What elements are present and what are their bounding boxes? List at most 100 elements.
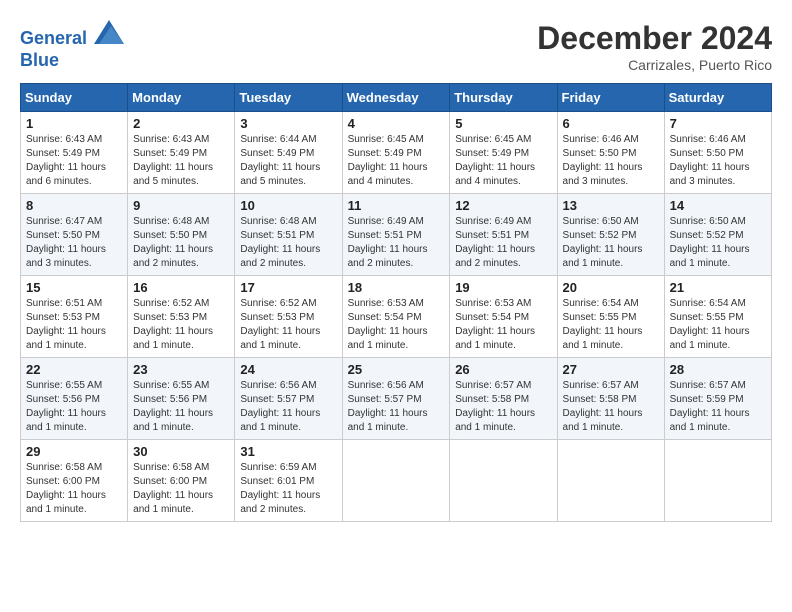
day-info: Sunrise: 6:47 AMSunset: 5:50 PMDaylight:… [26,215,122,271]
day-info: Sunrise: 6:56 AMSunset: 5:57 PMDaylight:… [348,379,445,435]
day-info: Sunrise: 6:43 AMSunset: 5:49 PMDaylight:… [133,133,229,189]
calendar-cell: 31 Sunrise: 6:59 AMSunset: 6:01 PMDayligh… [235,440,342,522]
day-info: Sunrise: 6:57 AMSunset: 5:58 PMDaylight:… [455,379,551,435]
calendar-week-1: 1 Sunrise: 6:43 AMSunset: 5:49 PMDaylight… [21,112,772,194]
day-info: Sunrise: 6:58 AMSunset: 6:00 PMDaylight:… [133,461,229,517]
page-header: General Blue December 2024 Carrizales, P… [20,20,772,73]
calendar-week-4: 22 Sunrise: 6:55 AMSunset: 5:56 PMDayligh… [21,358,772,440]
day-number: 25 [348,362,445,377]
day-number: 20 [563,280,659,295]
calendar: SundayMondayTuesdayWednesdayThursdayFrid… [20,83,772,522]
day-header-wednesday: Wednesday [342,84,450,112]
day-info: Sunrise: 6:56 AMSunset: 5:57 PMDaylight:… [240,379,336,435]
day-number: 7 [670,116,766,131]
day-number: 29 [26,444,122,459]
day-info: Sunrise: 6:46 AMSunset: 5:50 PMDaylight:… [670,133,766,189]
calendar-cell: 12 Sunrise: 6:49 AMSunset: 5:51 PMDayligh… [450,194,557,276]
calendar-cell: 16Sunrise: 6:52 AMSunset: 5:53 PMDayligh… [128,276,235,358]
calendar-cell: 24 Sunrise: 6:56 AMSunset: 5:57 PMDayligh… [235,358,342,440]
day-number: 4 [348,116,445,131]
day-header-friday: Friday [557,84,664,112]
day-number: 11 [348,198,445,213]
day-number: 8 [26,198,122,213]
calendar-cell: 5Sunrise: 6:45 AMSunset: 5:49 PMDaylight… [450,112,557,194]
calendar-cell [664,440,771,522]
calendar-cell: 13Sunrise: 6:50 AMSunset: 5:52 PMDayligh… [557,194,664,276]
calendar-cell: 10 Sunrise: 6:48 AMSunset: 5:51 PMDayligh… [235,194,342,276]
day-info: Sunrise: 6:59 AMSunset: 6:01 PMDaylight:… [240,461,336,517]
day-number: 18 [348,280,445,295]
day-number: 21 [670,280,766,295]
calendar-cell: 3Sunrise: 6:44 AMSunset: 5:49 PMDaylight… [235,112,342,194]
day-number: 2 [133,116,229,131]
day-number: 27 [563,362,659,377]
day-info: Sunrise: 6:44 AMSunset: 5:49 PMDaylight:… [240,133,336,189]
day-number: 24 [240,362,336,377]
calendar-cell: 8 Sunrise: 6:47 AMSunset: 5:50 PMDaylight… [21,194,128,276]
calendar-cell: 15 Sunrise: 6:51 AMSunset: 5:53 PMDayligh… [21,276,128,358]
day-info: Sunrise: 6:57 AMSunset: 5:58 PMDaylight:… [563,379,659,435]
calendar-cell: 11Sunrise: 6:49 AMSunset: 5:51 PMDayligh… [342,194,450,276]
calendar-cell: 14Sunrise: 6:50 AMSunset: 5:52 PMDayligh… [664,194,771,276]
day-info: Sunrise: 6:54 AMSunset: 5:55 PMDaylight:… [670,297,766,353]
calendar-cell: 23Sunrise: 6:55 AMSunset: 5:56 PMDayligh… [128,358,235,440]
calendar-week-5: 29 Sunrise: 6:58 AMSunset: 6:00 PMDayligh… [21,440,772,522]
day-info: Sunrise: 6:48 AMSunset: 5:50 PMDaylight:… [133,215,229,271]
day-number: 15 [26,280,122,295]
calendar-cell: 29 Sunrise: 6:58 AMSunset: 6:00 PMDayligh… [21,440,128,522]
calendar-cell [557,440,664,522]
day-header-sunday: Sunday [21,84,128,112]
calendar-cell: 6 Sunrise: 6:46 AMSunset: 5:50 PMDaylight… [557,112,664,194]
calendar-week-2: 8 Sunrise: 6:47 AMSunset: 5:50 PMDaylight… [21,194,772,276]
logo: General Blue [20,20,124,71]
calendar-cell: 25 Sunrise: 6:56 AMSunset: 5:57 PMDayligh… [342,358,450,440]
day-info: Sunrise: 6:43 AMSunset: 5:49 PMDaylight:… [26,133,122,189]
calendar-cell: 28Sunrise: 6:57 AMSunset: 5:59 PMDayligh… [664,358,771,440]
day-info: Sunrise: 6:55 AMSunset: 5:56 PMDaylight:… [133,379,229,435]
day-number: 31 [240,444,336,459]
day-number: 22 [26,362,122,377]
day-header-saturday: Saturday [664,84,771,112]
calendar-cell: 18 Sunrise: 6:53 AMSunset: 5:54 PMDayligh… [342,276,450,358]
month-title: December 2024 [537,20,772,57]
day-info: Sunrise: 6:46 AMSunset: 5:50 PMDaylight:… [563,133,659,189]
title-block: December 2024 Carrizales, Puerto Rico [537,20,772,73]
calendar-cell: 19 Sunrise: 6:53 AMSunset: 5:54 PMDayligh… [450,276,557,358]
day-info: Sunrise: 6:57 AMSunset: 5:59 PMDaylight:… [670,379,766,435]
calendar-cell: 21 Sunrise: 6:54 AMSunset: 5:55 PMDayligh… [664,276,771,358]
logo-icon [94,20,124,44]
calendar-cell: 22Sunrise: 6:55 AMSunset: 5:56 PMDayligh… [21,358,128,440]
day-info: Sunrise: 6:48 AMSunset: 5:51 PMDaylight:… [240,215,336,271]
calendar-cell [450,440,557,522]
calendar-header-row: SundayMondayTuesdayWednesdayThursdayFrid… [21,84,772,112]
calendar-cell: 9Sunrise: 6:48 AMSunset: 5:50 PMDaylight… [128,194,235,276]
day-number: 30 [133,444,229,459]
calendar-cell [342,440,450,522]
day-header-monday: Monday [128,84,235,112]
day-number: 1 [26,116,122,131]
day-info: Sunrise: 6:53 AMSunset: 5:54 PMDaylight:… [455,297,551,353]
calendar-cell: 27 Sunrise: 6:57 AMSunset: 5:58 PMDayligh… [557,358,664,440]
day-info: Sunrise: 6:51 AMSunset: 5:53 PMDaylight:… [26,297,122,353]
day-info: Sunrise: 6:53 AMSunset: 5:54 PMDaylight:… [348,297,445,353]
day-info: Sunrise: 6:54 AMSunset: 5:55 PMDaylight:… [563,297,659,353]
day-number: 17 [240,280,336,295]
day-info: Sunrise: 6:52 AMSunset: 5:53 PMDaylight:… [240,297,336,353]
day-number: 26 [455,362,551,377]
day-info: Sunrise: 6:49 AMSunset: 5:51 PMDaylight:… [455,215,551,271]
day-number: 19 [455,280,551,295]
day-number: 12 [455,198,551,213]
day-info: Sunrise: 6:58 AMSunset: 6:00 PMDaylight:… [26,461,122,517]
calendar-cell: 30 Sunrise: 6:58 AMSunset: 6:00 PMDayligh… [128,440,235,522]
logo-text: General [20,20,124,50]
calendar-cell: 7 Sunrise: 6:46 AMSunset: 5:50 PMDaylight… [664,112,771,194]
day-number: 6 [563,116,659,131]
calendar-cell: 2 Sunrise: 6:43 AMSunset: 5:49 PMDaylight… [128,112,235,194]
day-number: 5 [455,116,551,131]
day-number: 10 [240,198,336,213]
day-header-thursday: Thursday [450,84,557,112]
logo-subtext: Blue [20,50,124,72]
location: Carrizales, Puerto Rico [537,57,772,73]
calendar-cell: 20 Sunrise: 6:54 AMSunset: 5:55 PMDayligh… [557,276,664,358]
day-header-tuesday: Tuesday [235,84,342,112]
